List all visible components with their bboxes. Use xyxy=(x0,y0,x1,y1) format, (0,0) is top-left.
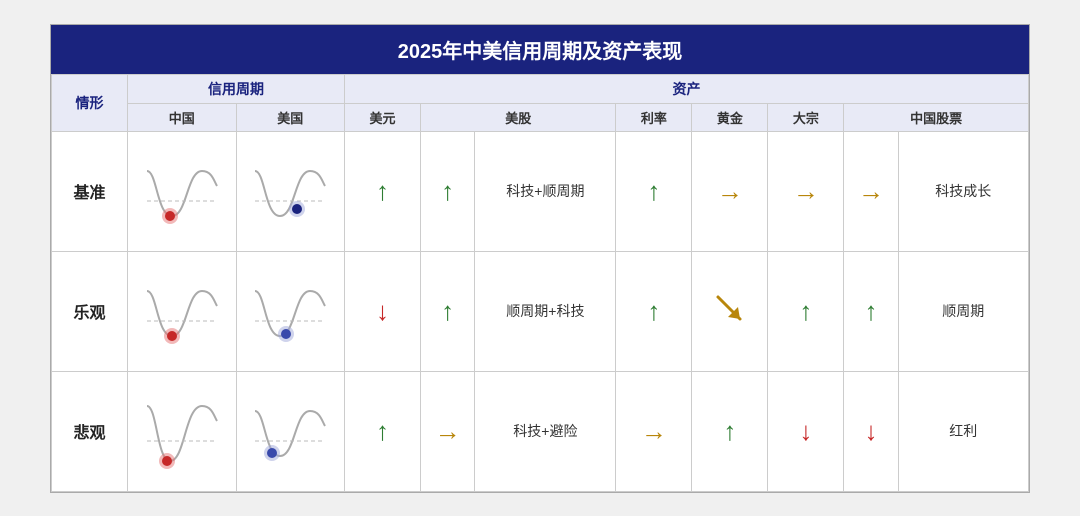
gold-arrow-jizun: → xyxy=(692,131,768,251)
us-stocks-text-leguang: 顺周期+科技 xyxy=(475,251,616,371)
gold-arrow-leguang xyxy=(692,251,768,371)
page-title: 2025年中美信用周期及资产表现 xyxy=(51,25,1029,74)
wave-china-jizun xyxy=(127,131,236,251)
header-qingxing: 情形 xyxy=(52,74,128,131)
cn-stocks-text-beiguan: 红利 xyxy=(898,371,1028,491)
header-china: 中国 xyxy=(127,103,236,131)
usd-arrow-leguang: ↓ xyxy=(345,251,421,371)
row-label-beiguan: 悲观 xyxy=(52,371,128,491)
wave-usa-leguang xyxy=(236,251,345,371)
header-credit-cycle: 信用周期 xyxy=(127,74,344,103)
cn-stocks-arrow-leguang: ↑ xyxy=(844,251,898,371)
cn-stocks-text-jizun: 科技成长 xyxy=(898,131,1028,251)
gold-arrow-beiguan: ↑ xyxy=(692,371,768,491)
wave-china-beiguan xyxy=(127,371,236,491)
us-stocks-text-beiguan: 科技+避险 xyxy=(475,371,616,491)
cn-stocks-text-leguang: 顺周期 xyxy=(898,251,1028,371)
cn-stocks-arrow-jizun: → xyxy=(844,131,898,251)
row-label-leguang: 乐观 xyxy=(52,251,128,371)
row-label-jizun: 基准 xyxy=(52,131,128,251)
wave-usa-beiguan xyxy=(236,371,345,491)
us-stocks-text-jizun: 科技+顺周期 xyxy=(475,131,616,251)
header-commodity: 大宗 xyxy=(768,103,844,131)
usd-arrow-jizun: ↑ xyxy=(345,131,421,251)
wave-usa-jizun xyxy=(236,131,345,251)
cn-stocks-arrow-beiguan: ↓ xyxy=(844,371,898,491)
rate-arrow-beiguan: → xyxy=(616,371,692,491)
header-us-stocks: 美股 xyxy=(421,103,616,131)
rate-arrow-leguang: ↑ xyxy=(616,251,692,371)
usd-arrow-beiguan: ↑ xyxy=(345,371,421,491)
header-cn-stocks: 中国股票 xyxy=(844,103,1029,131)
header-usd: 美元 xyxy=(345,103,421,131)
commodity-arrow-beiguan: ↓ xyxy=(768,371,844,491)
header-gold: 黄金 xyxy=(692,103,768,131)
us-stocks-arrow-beiguan: → xyxy=(421,371,475,491)
us-stocks-arrow-leguang: ↑ xyxy=(421,251,475,371)
header-usa: 美国 xyxy=(236,103,345,131)
commodity-arrow-leguang: ↑ xyxy=(768,251,844,371)
wave-china-leguang xyxy=(127,251,236,371)
commodity-arrow-jizun: → xyxy=(768,131,844,251)
us-stocks-arrow-jizun: ↑ xyxy=(421,131,475,251)
rate-arrow-jizun: ↑ xyxy=(616,131,692,251)
header-assets: 资产 xyxy=(345,74,1029,103)
header-rate: 利率 xyxy=(616,103,692,131)
